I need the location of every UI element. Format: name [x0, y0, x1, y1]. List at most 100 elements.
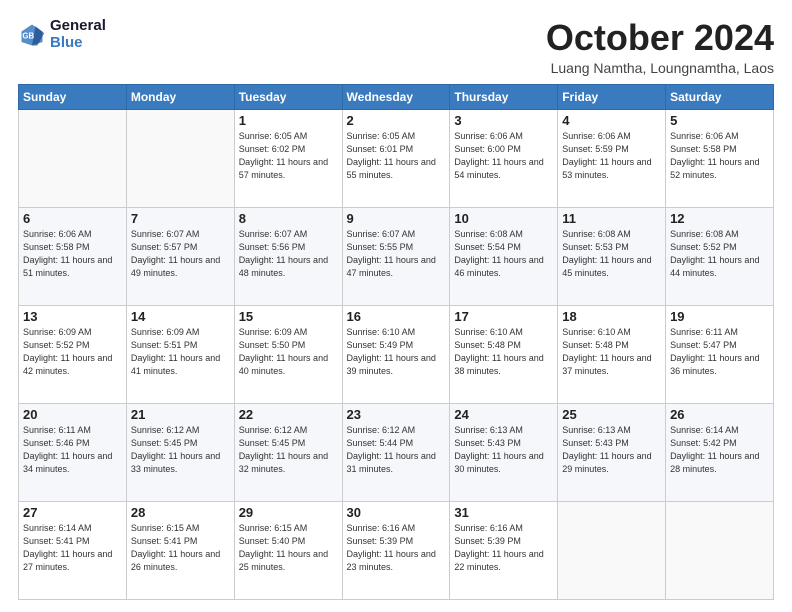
week-row-4: 20 Sunrise: 6:11 AM Sunset: 5:46 PM Dayli… [19, 403, 774, 501]
month-title: October 2024 [546, 18, 774, 58]
col-header-saturday: Saturday [666, 84, 774, 109]
week-row-1: 1 Sunrise: 6:05 AM Sunset: 6:02 PM Daylig… [19, 109, 774, 207]
day-info: Sunrise: 6:12 AM Sunset: 5:45 PM Dayligh… [239, 424, 338, 476]
calendar-cell: 3 Sunrise: 6:06 AM Sunset: 6:00 PM Daylig… [450, 109, 558, 207]
day-number: 30 [347, 505, 446, 520]
calendar-cell: 4Sunrise: 6:06 AM Sunset: 5:59 PM Daylig… [558, 109, 666, 207]
day-info: Sunrise: 6:08 AM Sunset: 5:54 PM Dayligh… [454, 228, 553, 280]
day-info: Sunrise: 6:14 AM Sunset: 5:41 PM Dayligh… [23, 522, 122, 574]
day-info: Sunrise: 6:15 AM Sunset: 5:41 PM Dayligh… [131, 522, 230, 574]
day-number: 31 [454, 505, 553, 520]
calendar-cell: 22 Sunrise: 6:12 AM Sunset: 5:45 PM Dayli… [234, 403, 342, 501]
day-number: 24 [454, 407, 553, 422]
calendar-cell: 2Sunrise: 6:05 AM Sunset: 6:01 PM Daylig… [342, 109, 450, 207]
day-number: 1 [239, 113, 338, 128]
day-info: Sunrise: 6:08 AM Sunset: 5:53 PM Dayligh… [562, 228, 661, 280]
day-number: 16 [347, 309, 446, 324]
day-info: Sunrise: 6:09 AM Sunset: 5:51 PM Dayligh… [131, 326, 230, 378]
day-number: 5 [670, 113, 769, 128]
day-info: Sunrise: 6:10 AM Sunset: 5:48 PM Dayligh… [454, 326, 553, 378]
logo-icon: GB [18, 21, 46, 49]
day-number: 21 [131, 407, 230, 422]
col-header-thursday: Thursday [450, 84, 558, 109]
day-info: Sunrise: 6:06 AM Sunset: 6:00 PM Dayligh… [454, 130, 553, 182]
calendar-cell: 13Sunrise: 6:09 AM Sunset: 5:52 PM Dayli… [19, 305, 127, 403]
calendar-cell: 14 Sunrise: 6:09 AM Sunset: 5:51 PM Dayli… [126, 305, 234, 403]
day-number: 14 [131, 309, 230, 324]
day-number: 17 [454, 309, 553, 324]
calendar-cell: 21 Sunrise: 6:12 AM Sunset: 5:45 PM Dayli… [126, 403, 234, 501]
calendar-cell [19, 109, 127, 207]
day-number: 2 [347, 113, 446, 128]
subtitle: Luang Namtha, Loungnamtha, Laos [546, 60, 774, 76]
page: GB General Blue October 2024 Luang Namth… [0, 0, 792, 612]
day-number: 10 [454, 211, 553, 226]
calendar-cell: 17 Sunrise: 6:10 AM Sunset: 5:48 PM Dayli… [450, 305, 558, 403]
title-area: October 2024 Luang Namtha, Loungnamtha, … [546, 18, 774, 76]
calendar-cell: 12 Sunrise: 6:08 AM Sunset: 5:52 PM Dayli… [666, 207, 774, 305]
calendar-cell: 7Sunrise: 6:07 AM Sunset: 5:57 PM Daylig… [126, 207, 234, 305]
calendar-cell: 31 Sunrise: 6:16 AM Sunset: 5:39 PM Dayli… [450, 501, 558, 599]
calendar-cell [126, 109, 234, 207]
day-info: Sunrise: 6:07 AM Sunset: 5:56 PM Dayligh… [239, 228, 338, 280]
day-info: Sunrise: 6:06 AM Sunset: 5:59 PM Dayligh… [562, 130, 661, 182]
day-number: 11 [562, 211, 661, 226]
day-number: 28 [131, 505, 230, 520]
calendar-cell: 10 Sunrise: 6:08 AM Sunset: 5:54 PM Dayli… [450, 207, 558, 305]
calendar-cell: 15 Sunrise: 6:09 AM Sunset: 5:50 PM Dayli… [234, 305, 342, 403]
day-info: Sunrise: 6:11 AM Sunset: 5:46 PM Dayligh… [23, 424, 122, 476]
day-info: Sunrise: 6:12 AM Sunset: 5:44 PM Dayligh… [347, 424, 446, 476]
day-info: Sunrise: 6:05 AM Sunset: 6:02 PM Dayligh… [239, 130, 338, 182]
day-number: 19 [670, 309, 769, 324]
col-header-sunday: Sunday [19, 84, 127, 109]
day-info: Sunrise: 6:15 AM Sunset: 5:40 PM Dayligh… [239, 522, 338, 574]
calendar-cell: 23 Sunrise: 6:12 AM Sunset: 5:44 PM Dayli… [342, 403, 450, 501]
day-number: 6 [23, 211, 122, 226]
day-number: 12 [670, 211, 769, 226]
calendar-table: SundayMondayTuesdayWednesdayThursdayFrid… [18, 84, 774, 600]
day-info: Sunrise: 6:12 AM Sunset: 5:45 PM Dayligh… [131, 424, 230, 476]
day-info: Sunrise: 6:10 AM Sunset: 5:49 PM Dayligh… [347, 326, 446, 378]
calendar-cell: 11 Sunrise: 6:08 AM Sunset: 5:53 PM Dayli… [558, 207, 666, 305]
day-info: Sunrise: 6:16 AM Sunset: 5:39 PM Dayligh… [347, 522, 446, 574]
calendar-cell [558, 501, 666, 599]
calendar-cell: 30 Sunrise: 6:16 AM Sunset: 5:39 PM Dayli… [342, 501, 450, 599]
week-row-2: 6 Sunrise: 6:06 AM Sunset: 5:58 PM Daylig… [19, 207, 774, 305]
day-info: Sunrise: 6:13 AM Sunset: 5:43 PM Dayligh… [562, 424, 661, 476]
calendar-cell: 1 Sunrise: 6:05 AM Sunset: 6:02 PM Daylig… [234, 109, 342, 207]
calendar-cell [666, 501, 774, 599]
calendar-cell: 16 Sunrise: 6:10 AM Sunset: 5:49 PM Dayli… [342, 305, 450, 403]
calendar-cell: 27Sunrise: 6:14 AM Sunset: 5:41 PM Dayli… [19, 501, 127, 599]
week-row-3: 13Sunrise: 6:09 AM Sunset: 5:52 PM Dayli… [19, 305, 774, 403]
calendar-cell: 9Sunrise: 6:07 AM Sunset: 5:55 PM Daylig… [342, 207, 450, 305]
day-number: 23 [347, 407, 446, 422]
day-info: Sunrise: 6:16 AM Sunset: 5:39 PM Dayligh… [454, 522, 553, 574]
day-number: 29 [239, 505, 338, 520]
day-info: Sunrise: 6:06 AM Sunset: 5:58 PM Dayligh… [23, 228, 122, 280]
day-number: 3 [454, 113, 553, 128]
day-number: 18 [562, 309, 661, 324]
day-info: Sunrise: 6:09 AM Sunset: 5:50 PM Dayligh… [239, 326, 338, 378]
calendar-cell: 26Sunrise: 6:14 AM Sunset: 5:42 PM Dayli… [666, 403, 774, 501]
day-number: 20 [23, 407, 122, 422]
calendar-cell: 8 Sunrise: 6:07 AM Sunset: 5:56 PM Daylig… [234, 207, 342, 305]
day-number: 8 [239, 211, 338, 226]
col-header-wednesday: Wednesday [342, 84, 450, 109]
calendar-cell: 19 Sunrise: 6:11 AM Sunset: 5:47 PM Dayli… [666, 305, 774, 403]
col-header-friday: Friday [558, 84, 666, 109]
day-number: 25 [562, 407, 661, 422]
calendar-cell: 25 Sunrise: 6:13 AM Sunset: 5:43 PM Dayli… [558, 403, 666, 501]
day-info: Sunrise: 6:11 AM Sunset: 5:47 PM Dayligh… [670, 326, 769, 378]
day-info: Sunrise: 6:09 AM Sunset: 5:52 PM Dayligh… [23, 326, 122, 378]
calendar-cell: 20 Sunrise: 6:11 AM Sunset: 5:46 PM Dayli… [19, 403, 127, 501]
calendar-cell: 5Sunrise: 6:06 AM Sunset: 5:58 PM Daylig… [666, 109, 774, 207]
logo-text: General Blue [50, 18, 106, 51]
logo: GB General Blue [18, 18, 106, 51]
day-number: 22 [239, 407, 338, 422]
day-info: Sunrise: 6:07 AM Sunset: 5:55 PM Dayligh… [347, 228, 446, 280]
calendar-cell: 29 Sunrise: 6:15 AM Sunset: 5:40 PM Dayli… [234, 501, 342, 599]
day-number: 15 [239, 309, 338, 324]
day-number: 26 [670, 407, 769, 422]
svg-text:GB: GB [22, 31, 34, 40]
day-info: Sunrise: 6:08 AM Sunset: 5:52 PM Dayligh… [670, 228, 769, 280]
